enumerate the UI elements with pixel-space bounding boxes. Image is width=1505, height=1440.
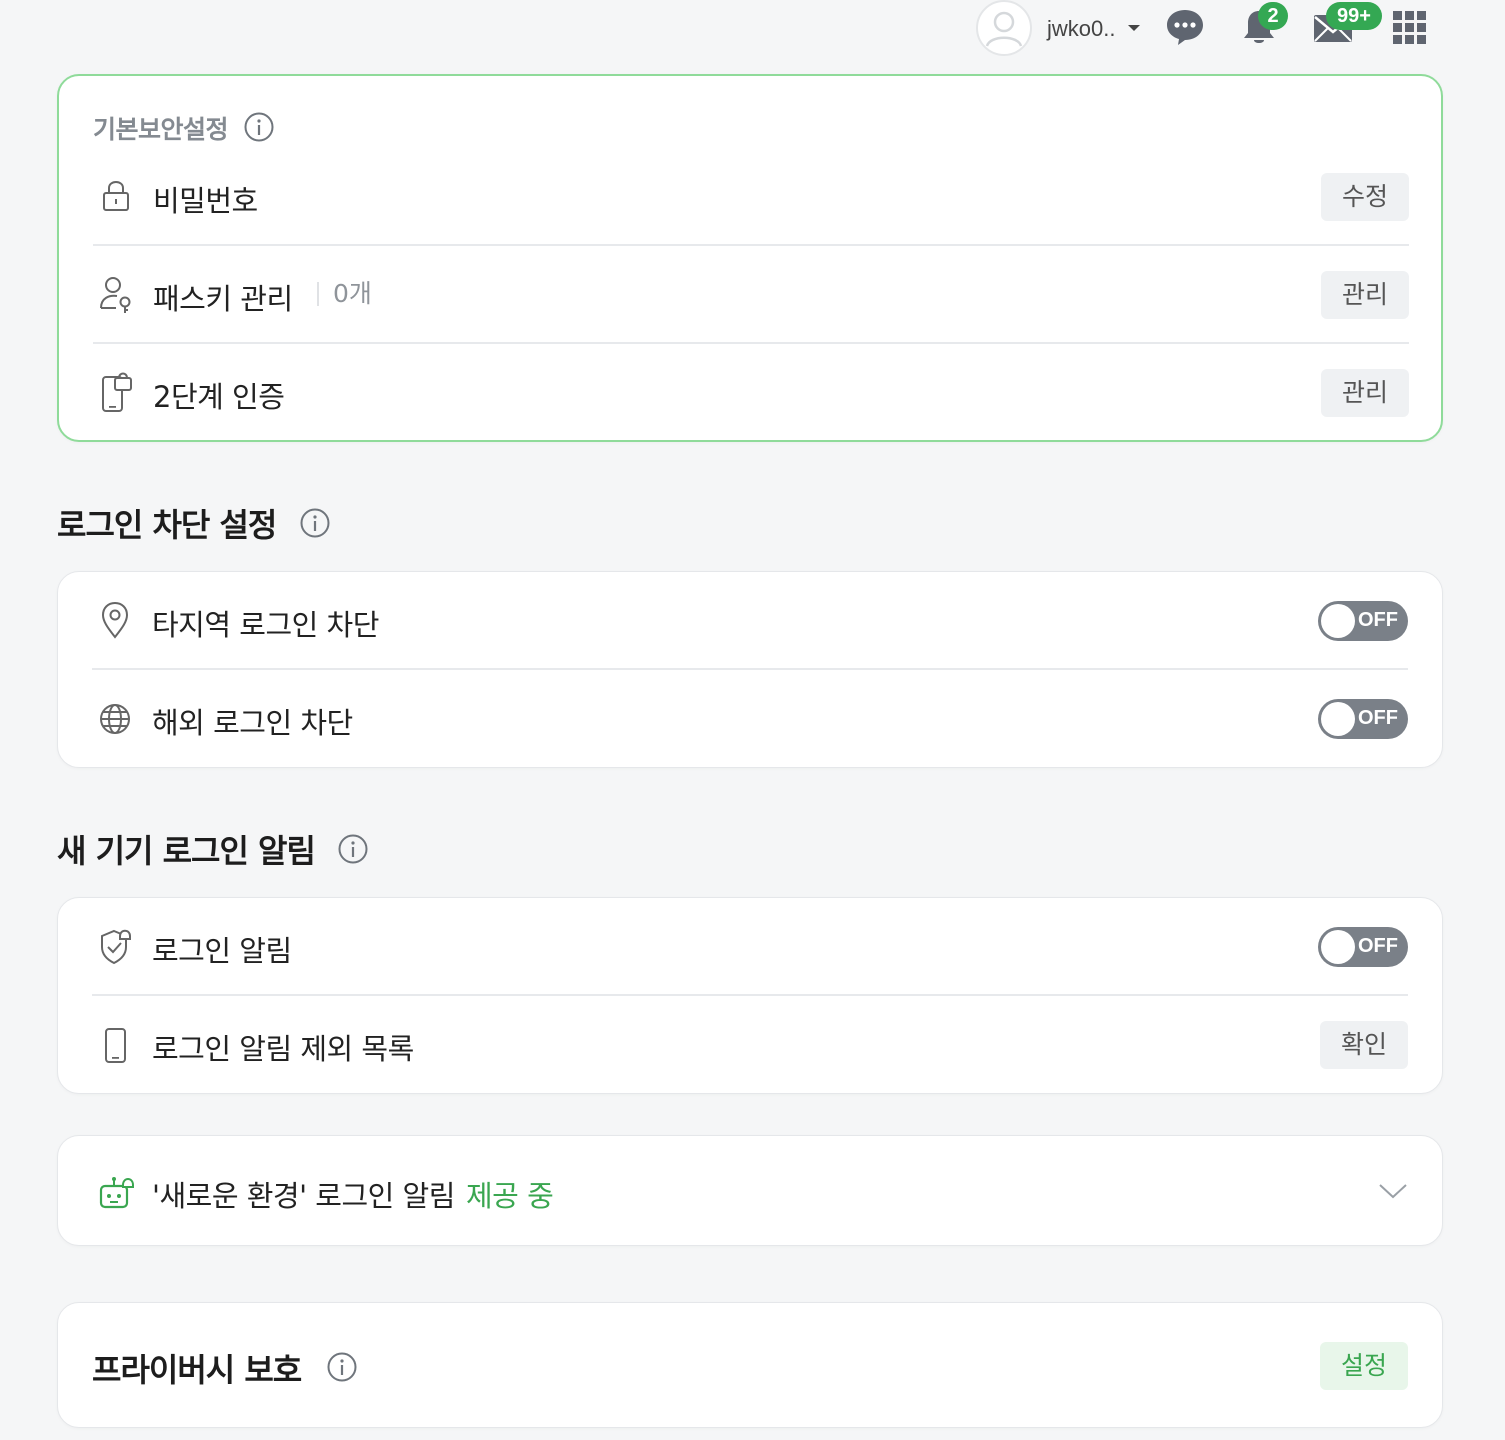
login-alert-toggle[interactable]: OFF	[1318, 927, 1408, 967]
new-device-card: 로그인 알림 OFF 로그인 알림 제외 목록 확인	[57, 897, 1443, 1094]
info-icon[interactable]	[326, 1351, 358, 1383]
info-icon[interactable]	[299, 507, 331, 539]
chat-icon[interactable]	[1164, 6, 1206, 48]
login-alert-row: 로그인 알림 OFF	[92, 898, 1408, 996]
password-label: 비밀번호	[153, 184, 258, 218]
toggle-knob	[1321, 604, 1355, 638]
manage-passkey-button[interactable]: 관리	[1321, 271, 1409, 319]
check-exclusion-button[interactable]: 확인	[1320, 1021, 1408, 1069]
toggle-knob	[1321, 702, 1355, 736]
top-header: jwko0.. 2 99+	[0, 0, 1505, 60]
username[interactable]: jwko0..	[1047, 16, 1115, 42]
new-env-card[interactable]: '새로운 환경' 로그인 알림 제공 중	[57, 1135, 1443, 1246]
avatar[interactable]	[976, 0, 1032, 56]
manage-two-step-button[interactable]: 관리	[1321, 369, 1409, 417]
login-alert-label: 로그인 알림	[152, 934, 292, 968]
toggle-state: OFF	[1358, 707, 1398, 729]
alert-exclusion-row: 로그인 알림 제외 목록 확인	[92, 996, 1408, 1094]
passkey-user-key-icon	[100, 277, 131, 313]
privacy-card: 프라이버시 보호 설정	[57, 1302, 1443, 1428]
privacy-title: 프라이버시 보호	[92, 1351, 302, 1389]
toggle-state: OFF	[1358, 609, 1398, 631]
overseas-block-toggle[interactable]: OFF	[1318, 699, 1408, 739]
basic-security-card: 기본보안설정 비밀번호 수정 패스키 관리 0개 관리 2단계 인증 관리	[57, 74, 1443, 442]
info-icon[interactable]	[243, 111, 275, 143]
notification-badge: 2	[1258, 2, 1288, 30]
alert-exclusion-label: 로그인 알림 제외 목록	[152, 1032, 414, 1066]
new-env-label: '새로운 환경' 로그인 알림	[152, 1179, 455, 1213]
phone-icon	[105, 1028, 126, 1063]
user-silhouette-icon	[985, 11, 1023, 47]
login-block-heading: 로그인 차단 설정	[57, 506, 277, 544]
passkey-label: 패스키 관리	[153, 282, 293, 316]
robot-bell-icon	[99, 1177, 134, 1209]
globe-icon	[100, 704, 130, 734]
info-icon[interactable]	[337, 833, 369, 865]
login-block-card: 타지역 로그인 차단 OFF 해외 로그인 차단 OFF	[57, 571, 1443, 768]
region-block-label: 타지역 로그인 차단	[152, 608, 379, 642]
region-block-row: 타지역 로그인 차단 OFF	[92, 572, 1408, 670]
toggle-state: OFF	[1358, 935, 1398, 957]
toggle-knob	[1321, 930, 1355, 964]
two-step-row: 2단계 인증 관리	[93, 344, 1409, 442]
mail-badge: 99+	[1326, 2, 1382, 30]
chevron-down-icon[interactable]	[1128, 25, 1140, 31]
location-pin-icon	[101, 601, 129, 639]
passkey-count: 0개	[317, 281, 372, 306]
basic-security-title: 기본보안설정	[93, 115, 229, 144]
overseas-block-row: 해외 로그인 차단 OFF	[92, 670, 1408, 768]
edit-password-button[interactable]: 수정	[1321, 173, 1409, 221]
new-env-status: 제공 중	[466, 1179, 554, 1213]
password-row: 비밀번호 수정	[93, 148, 1409, 246]
overseas-block-label: 해외 로그인 차단	[152, 706, 353, 740]
chevron-down-icon[interactable]	[1378, 1176, 1408, 1206]
apps-grid-icon[interactable]	[1391, 6, 1429, 48]
privacy-settings-button[interactable]: 설정	[1320, 1342, 1408, 1390]
passkey-row: 패스키 관리 0개 관리	[93, 246, 1409, 344]
lock-icon	[103, 181, 129, 211]
two-step-label: 2단계 인증	[153, 380, 285, 414]
phone-lock-icon	[102, 372, 132, 412]
new-device-heading: 새 기기 로그인 알림	[57, 832, 316, 870]
shield-check-icon	[101, 929, 131, 965]
region-block-toggle[interactable]: OFF	[1318, 601, 1408, 641]
